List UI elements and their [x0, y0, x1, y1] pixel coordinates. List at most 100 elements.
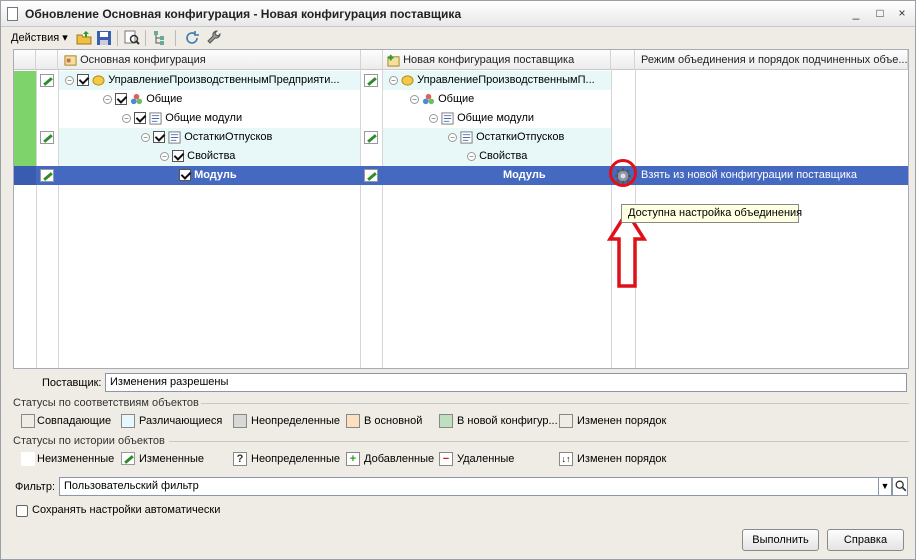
legend-swatch-order-changed	[559, 414, 573, 428]
legend-label: Добавленные	[364, 453, 435, 465]
status-different	[14, 109, 36, 128]
help-button[interactable]: Справка	[827, 529, 904, 551]
supplier-object-name: Модуль	[503, 169, 546, 181]
module-icon	[460, 131, 473, 144]
supplier-object-name: Общие модули	[457, 112, 535, 124]
legend-label: Неизмененные	[37, 453, 115, 465]
module-icon	[149, 112, 162, 125]
supplier-field[interactable]: Изменения разрешены	[105, 373, 907, 392]
main-object-name: Общие модули	[165, 112, 243, 124]
merge-mode-value[interactable]: Взять из новой конфигурации поставщика	[641, 166, 857, 185]
row-checkbox[interactable]	[179, 169, 191, 182]
configuration-icon	[92, 74, 105, 86]
legend-title: Статусы по соответствиям объектов	[13, 397, 199, 409]
separator-line	[201, 403, 909, 404]
status-different	[14, 71, 36, 90]
search-icon[interactable]	[892, 477, 908, 496]
collapse-icon[interactable]: −	[103, 94, 112, 104]
status-different	[14, 147, 36, 166]
status-header	[14, 50, 36, 70]
collapse-icon[interactable]: −	[122, 113, 131, 123]
tree-row[interactable]: − Общие − Общие	[14, 90, 908, 109]
column-header-main[interactable]: Основная конфигурация	[58, 50, 361, 70]
settings-header	[611, 50, 635, 70]
status-different	[14, 128, 36, 147]
main-object-name: Свойства	[187, 150, 236, 162]
open-folder-icon[interactable]	[75, 29, 93, 47]
main-object-name: Общие	[146, 93, 183, 105]
supplier-object-name: Общие	[438, 93, 475, 105]
collapse-icon[interactable]: −	[160, 151, 169, 161]
wrench-icon[interactable]	[205, 29, 223, 47]
tree-row[interactable]: − ОстаткиОтпусков − ОстаткиОтпусков	[14, 128, 908, 147]
close-button[interactable]: ×	[895, 6, 909, 20]
save-icon[interactable]	[95, 29, 113, 47]
supplier-label: Поставщик:	[42, 377, 102, 389]
legend-label: Изменен порядок	[577, 415, 667, 427]
legend-label: В основной	[364, 415, 423, 427]
filter-label: Фильтр:	[15, 481, 56, 493]
pencil-icon	[121, 452, 135, 465]
column-header-mode[interactable]: Режим объединения и порядок подчиненных …	[635, 50, 908, 70]
collapse-icon[interactable]: −	[389, 75, 398, 85]
legend-label: Удаленные	[457, 453, 515, 465]
maximize-button[interactable]: □	[873, 6, 887, 20]
merge-settings-tooltip: Доступна настройка объединения	[621, 204, 802, 223]
row-checkbox[interactable]	[134, 112, 147, 125]
supplier-configuration-icon	[387, 54, 400, 67]
row-checkbox[interactable]	[153, 131, 166, 144]
legend-swatch-in-main	[346, 414, 360, 428]
toolbar: Действия ▾	[7, 28, 907, 48]
autosave-checkbox[interactable]	[16, 505, 28, 517]
configuration-icon	[401, 74, 414, 86]
changed-icon	[40, 168, 54, 182]
changed-icon	[364, 73, 378, 87]
supplier-object-name: ОстаткиОтпусков	[476, 131, 565, 143]
main-object-name: Модуль	[194, 169, 237, 181]
row-checkbox[interactable]	[77, 74, 90, 87]
filter-dropdown-icon[interactable]: ▼	[878, 477, 892, 496]
collapse-icon[interactable]: −	[448, 132, 457, 142]
row-checkbox[interactable]	[172, 150, 185, 163]
tree-row-selected[interactable]: Модуль Модуль Взять из новой конфигураци…	[14, 166, 908, 185]
legend-label: Различающиеся	[139, 415, 223, 427]
configuration-icon	[64, 54, 77, 66]
tree-settings-icon[interactable]	[151, 29, 169, 47]
changed-icon	[40, 130, 54, 144]
actions-menu[interactable]: Действия ▾	[11, 31, 68, 44]
column-header-supplier[interactable]: Новая конфигурация поставщика	[383, 50, 611, 70]
toolbar-separator	[117, 30, 118, 46]
title-bar: Обновление Основная конфигурация - Новая…	[1, 1, 915, 27]
collapse-icon[interactable]: −	[141, 132, 150, 142]
match-status-legend: Статусы по соответствиям объектов	[13, 397, 909, 409]
supplier-object-name: УправлениеПроизводственнымП...	[417, 74, 595, 86]
main-object-name: УправлениеПроизводственнымПредприяти...	[108, 74, 340, 86]
status-different	[14, 166, 36, 185]
collapse-icon[interactable]: −	[467, 151, 476, 161]
tree-row[interactable]: − УправлениеПроизводственнымПредприяти..…	[14, 71, 908, 90]
legend-label: Неопределенные	[251, 415, 341, 427]
legend-swatch-matching	[21, 414, 35, 428]
common-icon	[422, 93, 435, 104]
supplier-object-name: Свойства	[479, 150, 528, 162]
highlight-circle	[609, 159, 637, 187]
legend-swatch-undefined	[233, 414, 247, 428]
find-icon[interactable]	[123, 29, 141, 47]
tree-row[interactable]: − Свойства − Свойства	[14, 147, 908, 166]
run-button[interactable]: Выполнить	[742, 529, 819, 551]
row-checkbox[interactable]	[115, 93, 128, 106]
legend-label: Неопределенные	[251, 453, 341, 465]
collapse-icon[interactable]: −	[65, 75, 74, 85]
separator-line	[169, 441, 909, 442]
tree-row[interactable]: − Общие модули − Общие модули	[14, 109, 908, 128]
collapse-icon[interactable]: −	[429, 113, 438, 123]
legend-label: В новой конфигур...	[457, 415, 558, 427]
minimize-button[interactable]: _	[849, 6, 863, 20]
module-icon	[441, 112, 454, 125]
filter-field[interactable]: Пользовательский фильтр	[59, 477, 879, 496]
collapse-icon[interactable]: −	[410, 94, 419, 104]
legend-swatch-different	[121, 414, 135, 428]
legend-label: Совпадающие	[37, 415, 112, 427]
legend-label: Изменен порядок	[577, 453, 667, 465]
refresh-icon[interactable]	[183, 29, 201, 47]
